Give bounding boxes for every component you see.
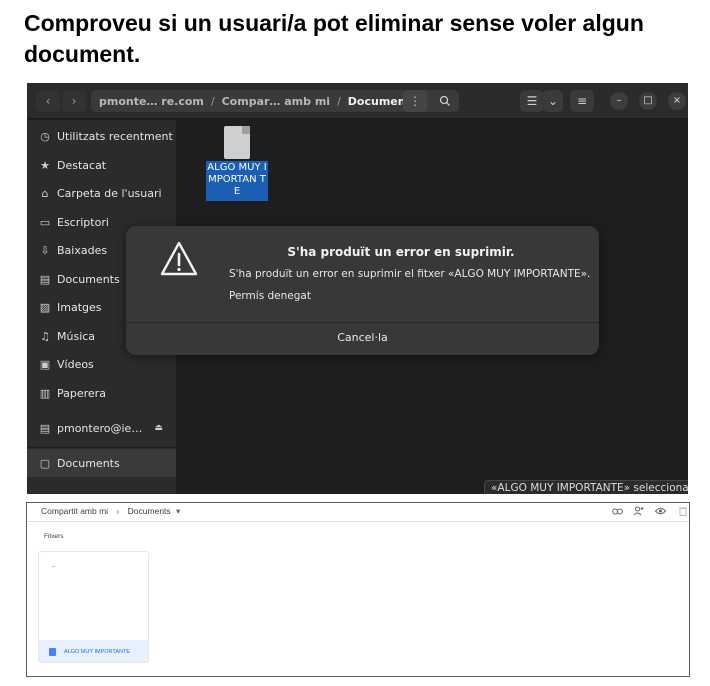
sidebar-item-label: Escriptori [57,215,109,229]
drive-icon: ▤ [39,421,51,435]
path-segment-shared[interactable]: Compar… amb mi [222,95,330,108]
video-icon: ▣ [39,357,51,371]
eye-icon[interactable] [655,507,666,515]
cancel-button[interactable]: Cancel·la [126,323,599,355]
desktop-icon: ▭ [39,215,51,229]
dialog-title: S'ha produït un error en suprimir. [287,245,515,259]
header-bar: ‹ › pmonte… re.com / Compar… amb mi / Do… [27,83,688,119]
toolbar-divider [27,521,689,522]
breadcrumb-documents[interactable]: Documents [128,506,171,516]
chevron-right-icon[interactable]: › [62,90,86,112]
star-icon: ★ [40,158,50,172]
file-card[interactable]: ALGO MUY IMPORTANTE [38,551,149,663]
music-icon: ♫ [40,329,50,343]
home-icon: ⌂ [41,186,49,200]
path-separator: / [337,94,341,108]
drive-window: Compartit amb mi › Documents ▾ Fitxers A… [26,502,690,677]
selection-status: «ALGO MUY IMPORTANTE» seleccionat [484,480,688,494]
sidebar-item-shared-documents[interactable]: ▢ Documents [27,449,176,477]
sidebar-item-label: Utilitzats recentment [57,129,173,143]
sidebar-item-account[interactable]: ▤ pmontero@ie… ⏏ [27,414,176,442]
path-segment-account[interactable]: pmonte… re.com [99,95,204,108]
clock-icon: ◷ [40,129,50,143]
sidebar-item-label: Destacat [57,158,107,172]
hamburger-icon[interactable]: ≡ [570,90,594,112]
link-icon[interactable] [612,507,623,516]
sidebar-item-label: Baixades [57,243,108,257]
sidebar-item-label: Imatges [57,300,102,314]
trash-icon: ▥ [39,386,51,400]
sidebar-item-label: Música [57,329,96,343]
minimize-button[interactable]: – [610,92,628,110]
chevron-down-icon[interactable]: ⌄ [543,90,563,112]
breadcrumb-separator: › [116,506,120,516]
trash-icon[interactable] [679,506,687,516]
folder-icon: ▢ [39,456,51,470]
warning-icon [160,241,198,276]
error-dialog: S'ha produït un error en suprimir. S'ha … [126,226,599,355]
maximize-button[interactable]: □ [639,92,657,110]
chevron-left-icon[interactable]: ‹ [36,90,60,112]
sidebar-item-label: Carpeta de l'usuari [57,186,162,200]
sidebar-item-label: Vídeos [57,357,94,371]
add-person-icon[interactable] [633,506,644,516]
image-icon: ▨ [39,300,51,314]
sidebar-item-label: Paperera [57,386,106,400]
breadcrumb-shared[interactable]: Compartit amb mi [41,506,108,516]
file-preview [52,566,55,567]
dialog-detail: Permís denegat [229,290,311,302]
document-icon: ▤ [39,272,51,286]
sidebar-divider [27,447,176,448]
sidebar-item-label: pmontero@ie… [57,421,143,435]
vertical-dots-icon[interactable]: ⋮ [403,90,427,112]
file-card-footer: ALGO MUY IMPORTANTE [39,640,148,662]
dialog-message: S'ha produït un error en suprimir el fit… [229,268,591,280]
file-icon [224,126,250,159]
sidebar-item-label: Documents [57,272,120,286]
sidebar-item-starred[interactable]: ★ Destacat [27,151,176,179]
breadcrumb: Compartit amb mi › Documents ▾ [41,506,180,517]
path-separator: / [210,94,215,108]
file-card-name: ALGO MUY IMPORTANTE [64,649,131,655]
page-heading: Comproveu si un usuari/a pot eliminar se… [24,10,644,67]
chevron-down-icon[interactable]: ▾ [176,506,180,516]
close-button[interactable]: × [668,92,686,110]
file-name: ALGO MUY IMPORTAN TE [206,161,268,201]
search-icon[interactable] [433,90,457,112]
sidebar-item-home[interactable]: ⌂ Carpeta de l'usuari [27,179,176,207]
sidebar-item-trash[interactable]: ▥ Paperera [27,379,176,407]
document-icon [49,648,56,656]
sidebar-item-recent[interactable]: ◷ Utilitzats recentment [27,122,176,150]
file-manager-window: ‹ › pmonte… re.com / Compar… amb mi / Do… [27,83,688,494]
list-view-icon[interactable]: ☰ [520,90,544,112]
download-icon: ⇩ [40,243,50,257]
sidebar-item-label: Documents [57,456,120,470]
eject-icon[interactable]: ⏏ [154,423,163,433]
section-title: Fitxers [44,533,64,540]
